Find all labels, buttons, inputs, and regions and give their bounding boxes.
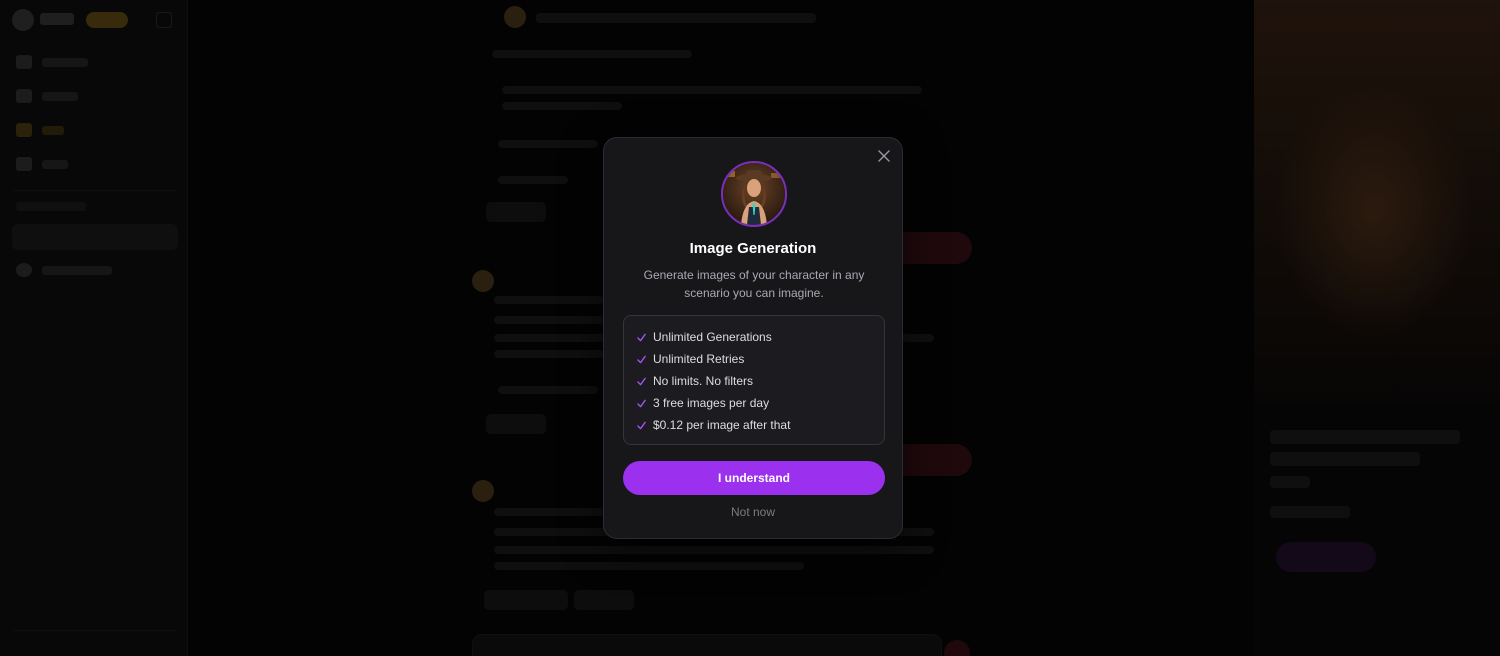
modal-description: Generate images of your character in any…: [643, 268, 865, 300]
feature-label: No limits. No filters: [653, 374, 754, 388]
feature-item: $0.12 per image after that: [636, 414, 872, 436]
feature-item: 3 free images per day: [636, 392, 872, 414]
features-list: Unlimited Generations Unlimited Retries …: [623, 315, 885, 445]
feature-label: 3 free images per day: [653, 396, 770, 410]
close-icon[interactable]: [876, 148, 892, 164]
check-icon: [636, 354, 646, 364]
feature-item: Unlimited Generations: [636, 326, 872, 348]
check-icon: [636, 398, 646, 408]
feature-item: Unlimited Retries: [636, 348, 872, 370]
feature-label: $0.12 per image after that: [653, 418, 791, 432]
check-icon: [636, 332, 646, 342]
character-avatar: [721, 161, 787, 227]
app-root: Image Generation Generate images of your…: [0, 0, 1500, 656]
feature-label: Unlimited Generations: [653, 330, 772, 344]
check-icon: [636, 420, 646, 430]
image-generation-modal: Image Generation Generate images of your…: [603, 137, 903, 539]
feature-label: Unlimited Retries: [653, 352, 745, 366]
check-icon: [636, 376, 646, 386]
not-now-button[interactable]: Not now: [604, 505, 902, 519]
feature-item: No limits. No filters: [636, 370, 872, 392]
i-understand-button[interactable]: I understand: [623, 461, 885, 495]
modal-title: Image Generation: [689, 240, 817, 257]
